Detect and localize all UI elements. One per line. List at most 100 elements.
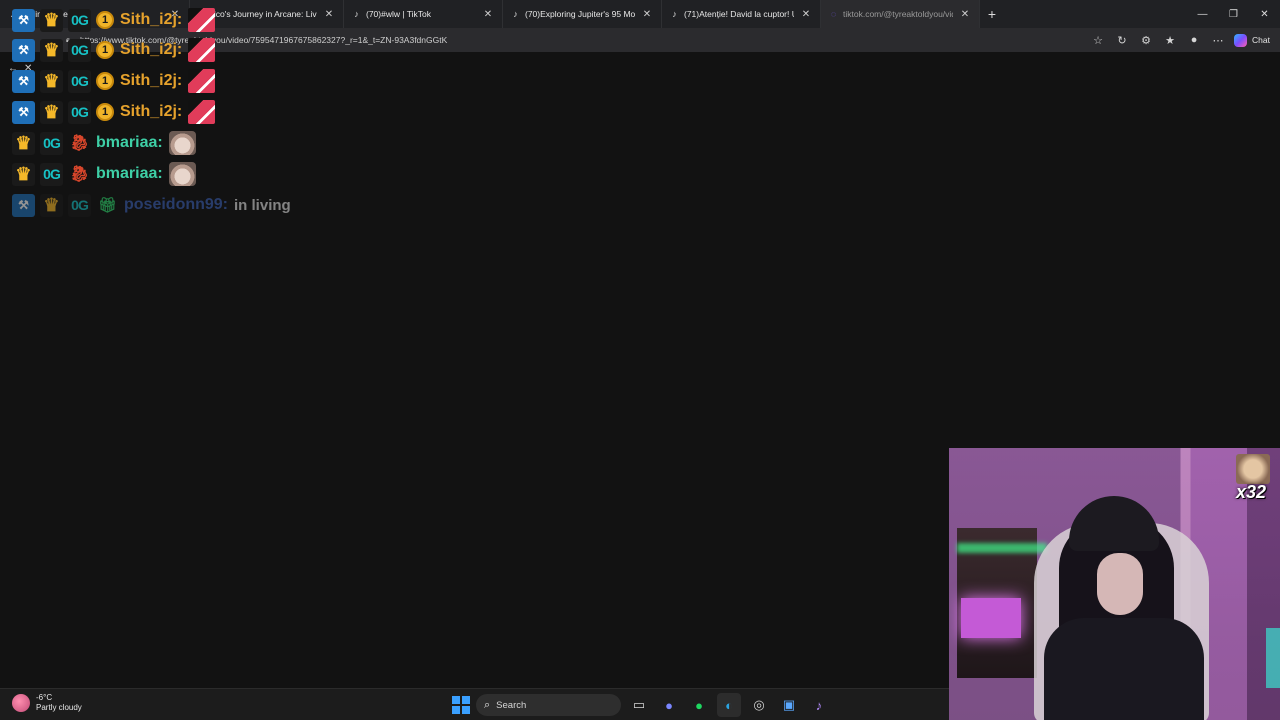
chat-message-text: in living bbox=[234, 196, 291, 214]
og-badge-icon: 0G bbox=[68, 193, 91, 217]
windows-taskbar: -6°C Partly cloudy ⌕ Search ▭ ● ● ◐ ◎ ▣ … bbox=[0, 688, 949, 720]
app-window-icon[interactable]: ▣ bbox=[777, 693, 801, 717]
webcam-led-strip bbox=[957, 543, 1047, 553]
close-window-button[interactable]: ✕ bbox=[1249, 0, 1280, 28]
close-icon[interactable]: ✕ bbox=[482, 9, 494, 20]
chat-message: ♛ 0G 🐉︎ bmariaa: bbox=[12, 130, 196, 156]
task-view-icon[interactable]: ▭ bbox=[627, 693, 651, 717]
chat-username: bmariaa: bbox=[96, 165, 163, 182]
tiktok-icon: ♪ bbox=[354, 9, 359, 19]
tier-badge: 1 bbox=[96, 103, 114, 121]
cat-emote-icon bbox=[168, 131, 196, 155]
chat-username: poseidonn99: bbox=[124, 196, 229, 213]
webcam-mic bbox=[1266, 628, 1280, 688]
emote-icon bbox=[188, 8, 216, 32]
emote-icon bbox=[188, 69, 216, 93]
chat-message: ⚒ ♛ 0G 1 Sith_i2j: bbox=[12, 37, 216, 63]
chat-message: ⚒ ♛ 0G 1 Sith_i2j: bbox=[12, 68, 216, 94]
chat-message: ⚒ ♛ 0G 🎁︎ poseidonn99: in living bbox=[12, 192, 291, 218]
favorites-icon[interactable]: ★ bbox=[1158, 28, 1182, 52]
tab-label: (70)Exploring Jupiter's 95 Moons: bbox=[525, 9, 635, 19]
tier-badge: 1 bbox=[96, 72, 114, 90]
crown-badge-icon: ♛ bbox=[40, 100, 63, 124]
moderator-badge-icon: ⚒ bbox=[12, 38, 35, 62]
chat-label: Chat bbox=[1252, 35, 1270, 45]
chat-message: ⚒ ♛ 0G 1 Sith_i2j: bbox=[12, 7, 216, 33]
emote-icon bbox=[188, 100, 216, 124]
og-badge-icon: 0G bbox=[68, 38, 91, 62]
taskbar-center: ⌕ Search ▭ ● ● ◐ ◎ ▣ ♪ bbox=[452, 693, 831, 717]
moderator-badge-icon: ⚒ bbox=[12, 8, 35, 32]
crown-badge-icon: ♛ bbox=[40, 193, 63, 217]
moderator-badge-icon: ⚒ bbox=[12, 193, 35, 217]
tier-badge: 1 bbox=[96, 11, 114, 29]
taskbar-search[interactable]: ⌕ Search bbox=[476, 694, 621, 716]
favorite-star-icon[interactable]: ☆ bbox=[1086, 28, 1110, 52]
screen: ♪ #Bring...Intellic... ✕ ♪ ilco's Journe… bbox=[0, 0, 1280, 720]
tab-5[interactable]: ♪ (71)Atenție! David la cuptor! Urm ✕ bbox=[662, 0, 821, 28]
profile-avatar-icon[interactable]: ● bbox=[1182, 28, 1206, 52]
chat-message: ♛ 0G 🐉︎ bmariaa: bbox=[12, 161, 196, 187]
address-bar[interactable]: 🔒︎ https://www.tiktok.com/@tyreaktoldyou… bbox=[66, 32, 1106, 48]
webcam-person-body bbox=[1044, 618, 1204, 720]
og-badge-icon: 0G bbox=[68, 69, 91, 93]
more-menu-icon[interactable]: ⋯ bbox=[1206, 28, 1230, 52]
maximize-button[interactable]: ❐ bbox=[1218, 0, 1249, 28]
tab-label: ilco's Journey in Arcane: Livin bbox=[212, 9, 317, 19]
webcam-feed: x32 bbox=[949, 448, 1280, 720]
webcam-person-face bbox=[1097, 553, 1143, 615]
tier-badge: 1 bbox=[96, 41, 114, 59]
moderator-badge-icon: ⚒ bbox=[12, 69, 35, 93]
tab-4[interactable]: ♪ (70)Exploring Jupiter's 95 Moons: ✕ bbox=[503, 0, 662, 28]
tab-6-active[interactable]: ◌ tiktok.com/@tyreaktoldyou/video ✕ bbox=[821, 0, 980, 28]
weather-text: -6°C Partly cloudy bbox=[36, 693, 82, 713]
minimize-button[interactable]: — bbox=[1187, 0, 1218, 28]
chat-message: ⚒ ♛ 0G 1 Sith_i2j: bbox=[12, 99, 216, 125]
discord-icon[interactable]: ● bbox=[657, 693, 681, 717]
crown-badge-icon: ♛ bbox=[40, 8, 63, 32]
weather-temp: -6°C bbox=[36, 693, 53, 702]
weather-icon bbox=[12, 694, 30, 712]
emote-icon bbox=[188, 38, 216, 62]
weather-desc: Partly cloudy bbox=[36, 703, 82, 712]
tab-label: (71)Atenție! David la cuptor! Urm bbox=[684, 9, 794, 19]
loading-icon: ◌ bbox=[830, 9, 837, 19]
tiktok-icon: ♪ bbox=[672, 9, 677, 19]
new-tab-button[interactable]: + bbox=[980, 0, 1004, 28]
copilot-chat-button[interactable]: Chat bbox=[1230, 28, 1280, 52]
window-controls: — ❐ ✕ bbox=[1187, 0, 1280, 28]
webcam-monitor bbox=[961, 598, 1021, 638]
cat-emote-icon bbox=[168, 162, 196, 186]
chat-username: Sith_i2j: bbox=[120, 72, 183, 89]
close-icon[interactable]: ✕ bbox=[959, 9, 971, 20]
chat-username: Sith_i2j: bbox=[120, 41, 183, 58]
crown-badge-icon: ♛ bbox=[12, 131, 35, 155]
tab-label: tiktok.com/@tyreaktoldyou/video bbox=[843, 9, 953, 19]
close-icon[interactable]: ✕ bbox=[800, 9, 812, 20]
refresh-icon[interactable]: ↻ bbox=[1110, 28, 1134, 52]
gift-sender-avatar bbox=[1236, 454, 1270, 484]
spotify-icon[interactable]: ● bbox=[687, 693, 711, 717]
og-badge-icon: 0G bbox=[40, 131, 63, 155]
tiktok-live-studio-icon[interactable]: ♪ bbox=[807, 693, 831, 717]
search-label: Search bbox=[496, 699, 527, 711]
og-badge-icon: 0G bbox=[40, 162, 63, 186]
og-badge-icon: 0G bbox=[68, 100, 91, 124]
chat-username: bmariaa: bbox=[96, 134, 163, 151]
start-windows-icon[interactable] bbox=[452, 696, 470, 714]
weather-widget[interactable]: -6°C Partly cloudy bbox=[12, 693, 82, 713]
tab-3[interactable]: ♪ (70)#wlw | TikTok ✕ bbox=[344, 0, 503, 28]
close-icon[interactable]: ✕ bbox=[641, 9, 653, 20]
crown-badge-icon: ♛ bbox=[40, 38, 63, 62]
dragon-badge-icon: 🐉︎ bbox=[69, 135, 90, 152]
tab-label: (70)#wlw | TikTok bbox=[366, 9, 432, 19]
extensions-icon[interactable]: ⚙ bbox=[1134, 28, 1158, 52]
dragon-badge-icon: 🐉︎ bbox=[69, 166, 90, 183]
edge-browser-icon[interactable]: ◐ bbox=[717, 693, 741, 717]
close-icon[interactable]: ✕ bbox=[323, 9, 335, 20]
obs-icon[interactable]: ◎ bbox=[747, 693, 771, 717]
browser-toolbar: ☆ ↻ ⚙ ★ ● ⋯ Chat bbox=[1086, 28, 1280, 52]
tiktok-icon: ♪ bbox=[513, 9, 518, 19]
gift-badge-icon: 🎁︎ bbox=[97, 197, 118, 214]
moderator-badge-icon: ⚒ bbox=[12, 100, 35, 124]
